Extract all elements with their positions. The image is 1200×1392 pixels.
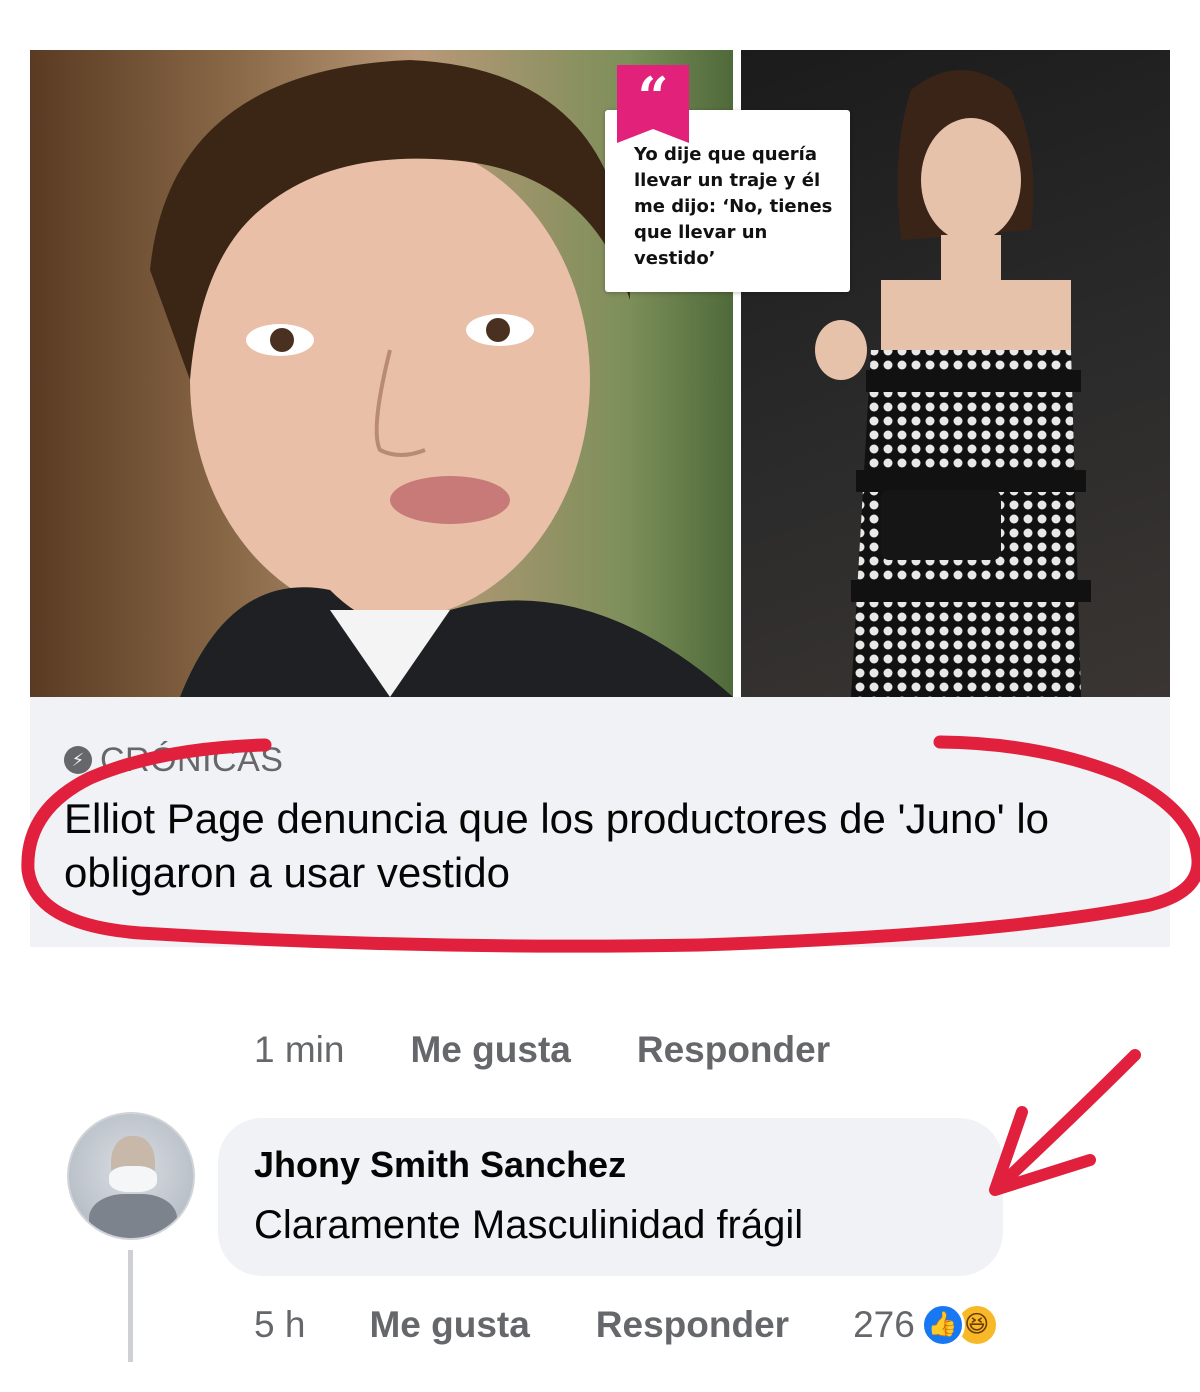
link-preview-card[interactable]: “ Yo dije que quería llevar un traje y é… — [30, 50, 1170, 947]
reaction-count[interactable]: 276 — [853, 1304, 915, 1346]
preview-image[interactable]: “ Yo dije que quería llevar un traje y é… — [30, 50, 1170, 697]
comment-action-row: 5 h Me gusta Responder 276 👍 😆 — [254, 1300, 999, 1350]
article-headline[interactable]: Elliot Page denuncia que los productores… — [64, 792, 1144, 900]
comment-bubble: Jhony Smith Sanchez Claramente Masculini… — [218, 1118, 1003, 1276]
like-button[interactable]: Me gusta — [410, 1029, 570, 1071]
comment-like-button[interactable]: Me gusta — [369, 1304, 529, 1346]
comment-text: Claramente Masculinidad frágil — [254, 1203, 804, 1247]
comment-reply-button[interactable]: Responder — [596, 1304, 789, 1346]
lightning-icon: ⚡ — [64, 746, 92, 774]
post-timestamp[interactable]: 1 min — [254, 1029, 344, 1071]
thread-line — [128, 1250, 133, 1362]
comment-timestamp[interactable]: 5 h — [254, 1304, 305, 1346]
comment-author[interactable]: Jhony Smith Sanchez — [254, 1144, 626, 1186]
reply-button[interactable]: Responder — [637, 1029, 830, 1071]
avatar[interactable] — [67, 1112, 195, 1240]
link-preview-footer[interactable]: ⚡ CRÓNICAS Elliot Page denuncia que los … — [30, 697, 1170, 947]
red-arrow-annotation — [989, 1049, 1141, 1196]
like-icon: 👍 — [920, 1303, 965, 1347]
post-action-row: 1 min Me gusta Responder — [254, 1025, 830, 1075]
quote-text: Yo dije que quería llevar un traje y él … — [634, 144, 833, 269]
reaction-icons[interactable]: 👍 😆 — [920, 1303, 999, 1347]
source-label: CRÓNICAS — [100, 740, 284, 779]
source-row: ⚡ CRÓNICAS — [64, 741, 283, 779]
quote-mark-badge: “ — [617, 65, 689, 143]
